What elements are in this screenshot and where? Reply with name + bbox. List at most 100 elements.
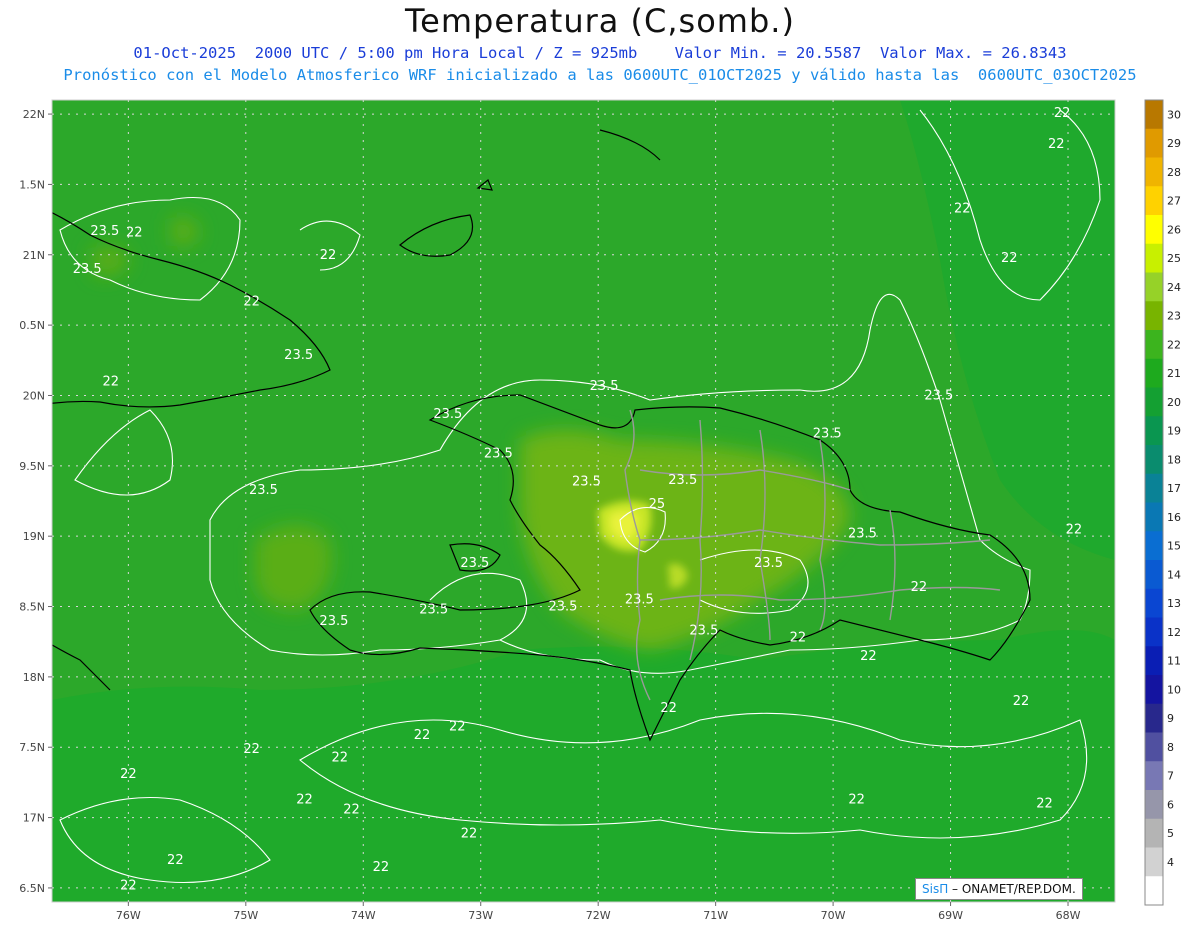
lon-tick-label: 68W	[1056, 909, 1081, 922]
contour-label: 23.5	[319, 614, 348, 629]
lon-tick-label: 70W	[821, 909, 846, 922]
contour-label: 22	[449, 719, 466, 734]
contour-label: 23.5	[249, 483, 278, 498]
contour-label: 25	[649, 497, 666, 512]
lat-tick-label: 8.5N	[19, 601, 45, 614]
colorbar-swatch	[1145, 790, 1163, 820]
colorbar-label: 7	[1167, 770, 1174, 783]
contour-label: 22	[343, 802, 360, 817]
contour-label: 23.5	[572, 475, 601, 490]
lat-tick-label: 9.5N	[19, 460, 45, 473]
colorbar-swatch	[1145, 272, 1163, 302]
colorbar-swatch	[1145, 617, 1163, 647]
lat-tick-label: 22N	[23, 108, 45, 121]
colorbar-swatch	[1145, 703, 1163, 733]
colorbar-swatch	[1145, 128, 1163, 158]
colorbar-label: 20	[1167, 396, 1181, 409]
colorbar-label: 27	[1167, 195, 1181, 208]
colorbar-label: 30	[1167, 108, 1181, 121]
contour-label: 22	[860, 649, 877, 664]
contour-label: 23.5	[460, 556, 489, 571]
lat-tick-label: 17N	[23, 812, 45, 825]
colorbar-label: 14	[1167, 568, 1181, 581]
colorbar-swatch	[1145, 416, 1163, 446]
colorbar-swatch	[1145, 847, 1163, 877]
colorbar-label: 28	[1167, 166, 1181, 179]
lat-tick-label: 0.5N	[19, 319, 45, 332]
contour-label: 23.5	[90, 224, 119, 239]
temperature-map: 22 22 22 22 23.5 22 23.5 22 22 23.5 22 23.5 23.5 23.5…	[19, 99, 1181, 922]
colorbar-swatch	[1145, 531, 1163, 561]
contour-label: 22	[1054, 106, 1071, 121]
contour-label: 23.5	[668, 473, 697, 488]
lon-tick-label: 73W	[468, 909, 493, 922]
colorbar-swatch	[1145, 330, 1163, 360]
lon-tick-label: 75W	[233, 909, 258, 922]
lat-tick-label: 21N	[23, 249, 45, 262]
lon-tick-label: 72W	[586, 909, 611, 922]
lon-tick-label: 71W	[703, 909, 728, 922]
contour-label: 22	[126, 225, 143, 240]
colorbar-swatch	[1145, 387, 1163, 417]
contour-label: 22	[660, 701, 677, 716]
credit-brand: SisΠ	[922, 882, 949, 896]
colorbar-label: 18	[1167, 453, 1181, 466]
colorbar-swatch	[1145, 186, 1163, 216]
contour-label: 22	[461, 826, 478, 841]
colorbar-swatch	[1145, 301, 1163, 331]
colorbar: 30 29 28 27 26 25 24 23 22 21 20 19 18 17 16 15 14 13 12 11…	[1144, 99, 1181, 906]
colorbar-swatch	[1145, 732, 1163, 762]
colorbar-label: 25	[1167, 252, 1181, 265]
contour-label: 22	[243, 294, 260, 309]
lat-tick-label: 7.5N	[19, 741, 45, 754]
colorbar-label: 9	[1167, 712, 1174, 725]
contour-label: 23.5	[419, 603, 448, 618]
lat-tick-label: 18N	[23, 671, 45, 684]
contour-label: 22	[848, 793, 865, 808]
contour-label: 23.5	[689, 624, 718, 639]
contour-label: 22	[911, 580, 928, 595]
colorbar-swatch	[1145, 646, 1163, 676]
lon-tick-label: 76W	[116, 909, 141, 922]
colorbar-swatch	[1145, 473, 1163, 503]
colorbar-label: 10	[1167, 683, 1181, 696]
credit-text: – ONAMET/REP.DOM.	[948, 882, 1076, 896]
contour-label: 22	[790, 631, 807, 646]
colorbar-label: 5	[1167, 827, 1174, 840]
colorbar-label: 6	[1167, 798, 1174, 811]
contour-label: 23.5	[813, 427, 842, 442]
colorbar-swatch	[1145, 358, 1163, 388]
contour-label: 22	[320, 248, 337, 263]
credit-box: SisΠ – ONAMET/REP.DOM.	[915, 878, 1083, 900]
contour-label: 23.5	[284, 348, 313, 363]
contour-label: 23.5	[848, 527, 877, 542]
contour-label: 22	[332, 750, 349, 765]
contour-label: 22	[102, 375, 119, 390]
contour-label: 22	[414, 728, 431, 743]
contour-label: 22	[120, 767, 137, 782]
colorbar-label: 29	[1167, 137, 1181, 150]
colorbar-swatch	[1145, 157, 1163, 187]
colorbar-swatch	[1145, 215, 1163, 245]
contour-label: 23.5	[754, 556, 783, 571]
contour-label: 22	[296, 793, 313, 808]
lat-tick-label: 20N	[23, 389, 45, 402]
colorbar-label: 16	[1167, 511, 1181, 524]
colorbar-label: 15	[1167, 540, 1181, 553]
colorbar-swatch	[1145, 761, 1163, 791]
contour-label: 22	[120, 878, 137, 893]
lon-tick-label: 69W	[938, 909, 963, 922]
colorbar-swatch	[1145, 560, 1163, 590]
lat-tick-label: 6.5N	[19, 882, 45, 895]
lon-tick-label: 74W	[351, 909, 376, 922]
contour-label: 23.5	[590, 379, 619, 394]
colorbar-label: 8	[1167, 741, 1174, 754]
colorbar-label: 22	[1167, 338, 1181, 351]
contour-label: 23.5	[924, 389, 953, 404]
contour-label: 23.5	[73, 262, 102, 277]
contour-label: 22	[1013, 694, 1030, 709]
colorbar-swatch	[1145, 502, 1163, 532]
colorbar-swatch	[1145, 588, 1163, 618]
contour-label: 22	[373, 860, 390, 875]
contour-label: 22	[243, 742, 260, 757]
